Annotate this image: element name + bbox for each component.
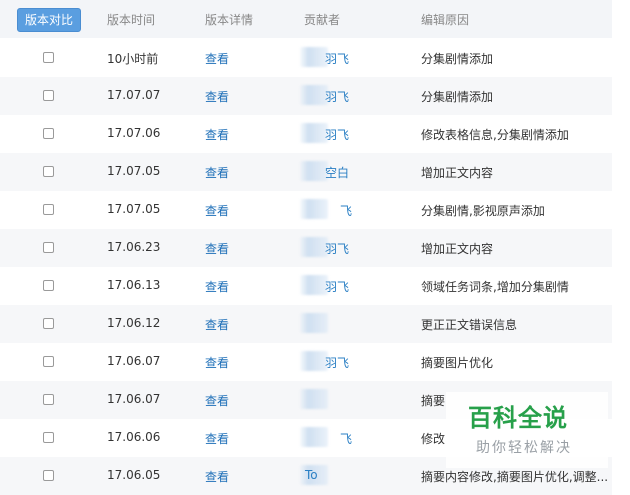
contributor-redaction xyxy=(300,237,328,257)
edit-reason: 摘要图片优化 xyxy=(421,356,494,370)
table-row: 17.06.12 查看 更正正文错误信息 xyxy=(0,305,612,343)
version-time: 17.06.23 xyxy=(107,240,161,254)
edit-reason: 领域任务词条,增加分集剧情 xyxy=(421,280,569,294)
row-checkbox[interactable] xyxy=(43,356,54,367)
view-link[interactable]: 查看 xyxy=(205,88,229,105)
contributor-redaction xyxy=(300,275,328,295)
table-row: 17.07.05 查看 空白 增加正文内容 xyxy=(0,153,612,191)
version-time: 17.06.07 xyxy=(107,354,161,368)
view-link[interactable]: 查看 xyxy=(205,468,229,485)
contributor-redaction xyxy=(300,161,328,181)
view-link[interactable]: 查看 xyxy=(205,392,229,409)
row-checkbox[interactable] xyxy=(43,242,54,253)
row-checkbox[interactable] xyxy=(43,470,54,481)
contributor-name[interactable]: 羽飞 xyxy=(325,126,349,143)
view-link[interactable]: 查看 xyxy=(205,50,229,67)
version-time: 17.07.05 xyxy=(107,202,161,216)
edit-reason: 更正正文错误信息 xyxy=(421,318,518,332)
contributor-name[interactable]: 羽飞 xyxy=(325,278,349,295)
edit-reason: 增加正文内容 xyxy=(421,166,494,180)
view-link[interactable]: 查看 xyxy=(205,278,229,295)
contributor-redaction xyxy=(300,85,328,105)
contributor-redaction xyxy=(300,427,328,447)
contributor-name[interactable]: 羽飞 xyxy=(325,354,349,371)
edit-reason: 摘要内容修改,摘要图片优化,调整... xyxy=(421,470,609,484)
row-checkbox[interactable] xyxy=(43,204,54,215)
contributor-redaction xyxy=(300,351,328,371)
table-row: 17.06.23 查看 羽飞 增加正文内容 xyxy=(0,229,612,267)
table-row: 17.07.05 查看 飞 分集剧情,影视原声添加 xyxy=(0,191,612,229)
contributor-name[interactable]: 飞 xyxy=(340,430,352,447)
version-time: 17.06.07 xyxy=(107,392,161,406)
view-link[interactable]: 查看 xyxy=(205,316,229,333)
table-row: 17.06.07 查看 羽飞 摘要图片优化 xyxy=(0,343,612,381)
view-link[interactable]: 查看 xyxy=(205,354,229,371)
version-time: 17.07.07 xyxy=(107,88,161,102)
watermark-logo: 百科全说 助你轻松解决 xyxy=(446,392,608,468)
view-link[interactable]: 查看 xyxy=(205,240,229,257)
edit-reason: 修改表格信息,分集剧情添加 xyxy=(421,128,569,142)
watermark-subtitle: 助你轻松解决 xyxy=(476,440,572,456)
edit-reason: 分集剧情添加 xyxy=(421,52,494,66)
table-header: 版本对比 版本时间 版本详情 贡献者 编辑原因 xyxy=(0,0,612,38)
view-link[interactable]: 查看 xyxy=(205,164,229,181)
header-contributor: 贡献者 xyxy=(304,13,341,27)
table-row: 17.07.07 查看 羽飞 分集剧情添加 xyxy=(0,77,612,115)
row-checkbox[interactable] xyxy=(43,52,54,63)
edit-reason: 增加正文内容 xyxy=(421,242,494,256)
edit-reason: 摘要 xyxy=(421,394,446,408)
contributor-redaction xyxy=(300,389,328,409)
contributor-name[interactable]: 羽飞 xyxy=(325,88,349,105)
contributor-name[interactable]: To xyxy=(305,468,318,482)
edit-reason: 分集剧情,影视原声添加 xyxy=(421,204,545,218)
version-time: 17.07.06 xyxy=(107,126,161,140)
contributor-redaction xyxy=(300,199,328,219)
header-version-time: 版本时间 xyxy=(107,13,156,27)
table-row: 17.07.06 查看 羽飞 修改表格信息,分集剧情添加 xyxy=(0,115,612,153)
contributor-redaction xyxy=(300,313,328,333)
view-link[interactable]: 查看 xyxy=(205,126,229,143)
view-link[interactable]: 查看 xyxy=(205,202,229,219)
contributor-name[interactable]: 空白 xyxy=(325,164,349,181)
version-time: 17.06.06 xyxy=(107,430,161,444)
row-checkbox[interactable] xyxy=(43,166,54,177)
contributor-name[interactable]: 飞 xyxy=(340,202,352,219)
contributor-name[interactable]: 羽飞 xyxy=(325,50,349,67)
row-checkbox[interactable] xyxy=(43,128,54,139)
version-compare-button[interactable]: 版本对比 xyxy=(17,8,81,32)
contributor-redaction xyxy=(300,47,328,67)
contributor-name[interactable]: 羽飞 xyxy=(325,240,349,257)
version-time: 17.06.05 xyxy=(107,468,161,482)
version-time: 10小时前 xyxy=(107,52,159,66)
view-link[interactable]: 查看 xyxy=(205,430,229,447)
row-checkbox[interactable] xyxy=(43,90,54,101)
row-checkbox[interactable] xyxy=(43,318,54,329)
row-checkbox[interactable] xyxy=(43,432,54,443)
contributor-redaction xyxy=(300,123,328,143)
row-checkbox[interactable] xyxy=(43,394,54,405)
version-time: 17.06.12 xyxy=(107,316,161,330)
table-row: 17.06.13 查看 羽飞 领域任务词条,增加分集剧情 xyxy=(0,267,612,305)
watermark-title: 百科全说 xyxy=(468,404,568,432)
header-edit-reason: 编辑原因 xyxy=(421,13,470,27)
header-version-detail: 版本详情 xyxy=(205,13,254,27)
row-checkbox[interactable] xyxy=(43,280,54,291)
edit-reason: 分集剧情添加 xyxy=(421,90,494,104)
version-time: 17.07.05 xyxy=(107,164,161,178)
table-row: 10小时前 查看 羽飞 分集剧情添加 xyxy=(0,39,612,77)
version-time: 17.06.13 xyxy=(107,278,161,292)
edit-reason: 修改 xyxy=(421,432,446,446)
